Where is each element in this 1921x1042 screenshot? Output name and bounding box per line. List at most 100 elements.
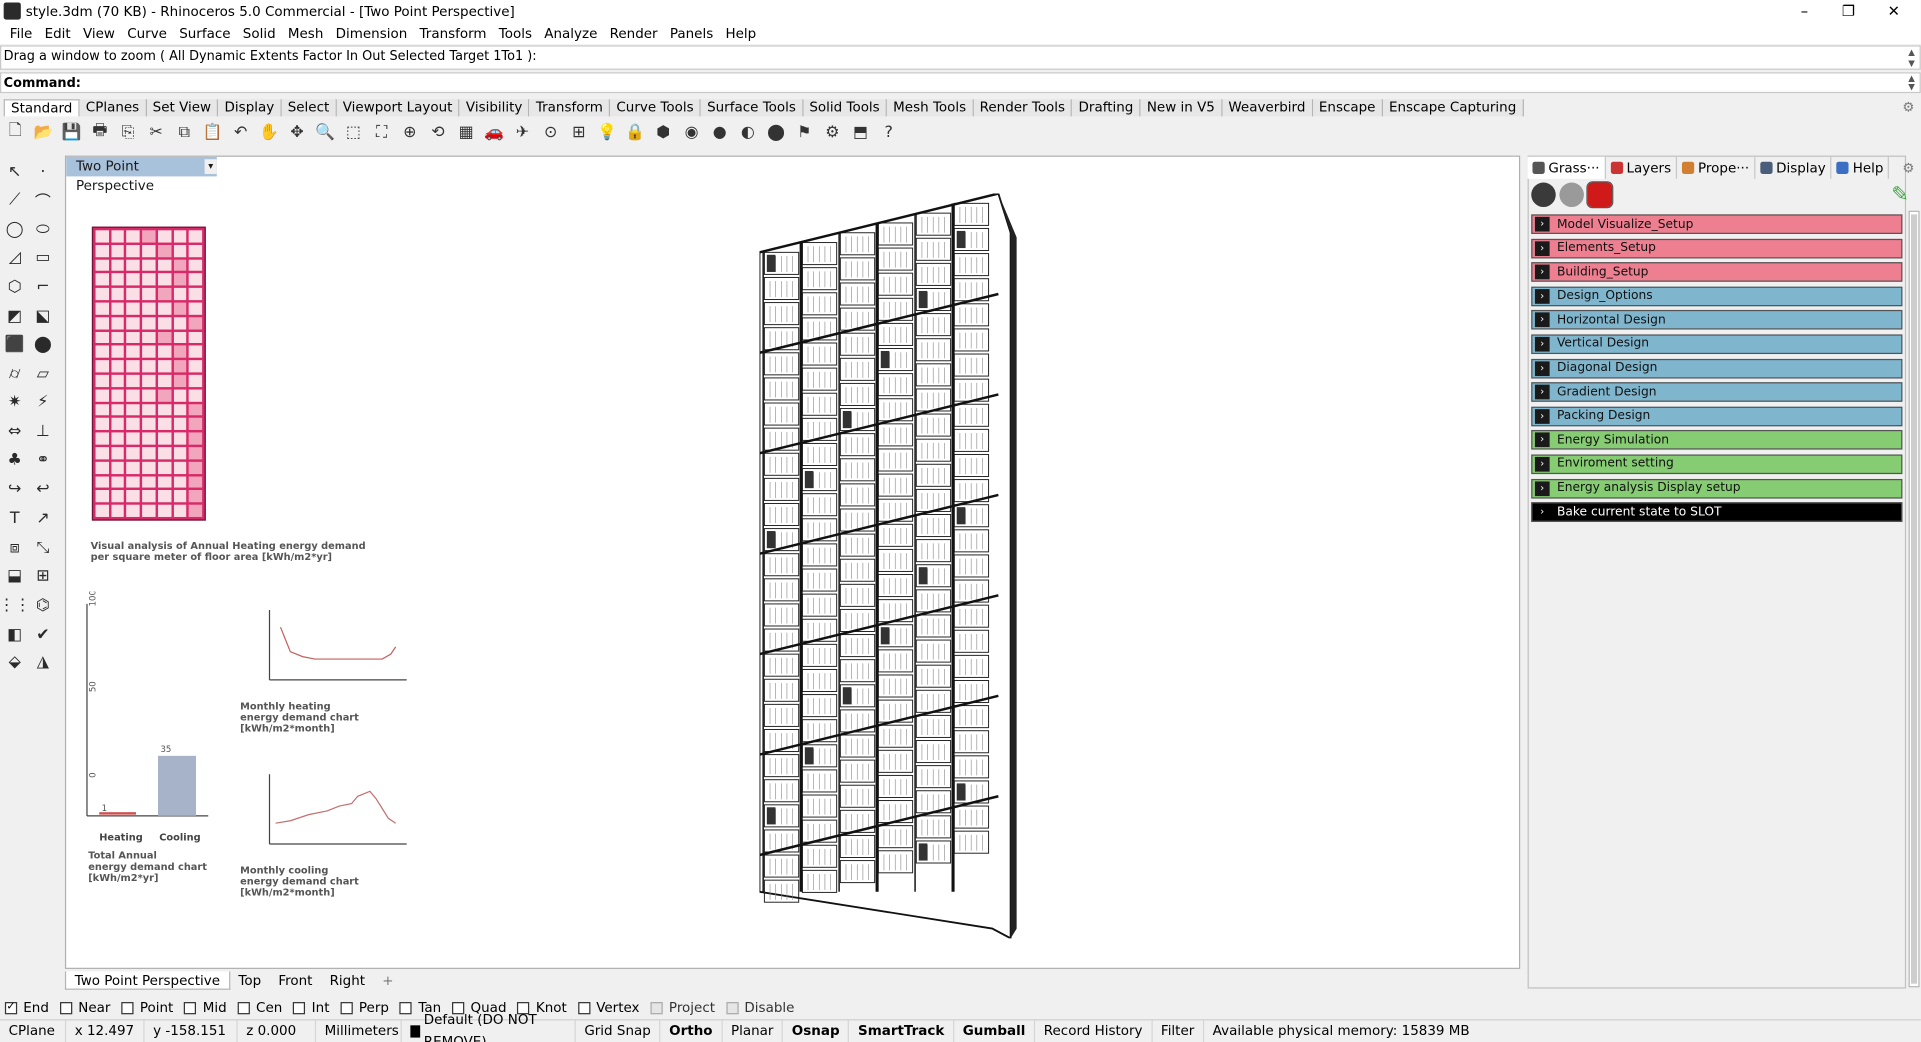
properties-icon[interactable]: ⬒ [849, 121, 872, 144]
minimize-button[interactable]: – [1782, 0, 1826, 22]
transform-icon[interactable]: ⊥ [31, 419, 56, 444]
osnap-project-checkbox[interactable] [650, 1001, 663, 1014]
hatch-icon[interactable]: ⊞ [31, 564, 56, 589]
lock-icon[interactable]: 🔒 [624, 121, 647, 144]
point-icon[interactable]: · [31, 159, 56, 184]
expand-arrow-icon[interactable]: › [1534, 504, 1550, 520]
osnap-disable[interactable]: Disable [726, 1000, 794, 1016]
undo-view-icon[interactable]: ⟲ [426, 121, 449, 144]
smarttrack-toggle[interactable]: SmartTrack [849, 1020, 955, 1042]
group-packing-design[interactable]: › Packing Design [1531, 406, 1903, 426]
osnap-disable-checkbox[interactable] [726, 1001, 739, 1014]
render-tool-icon[interactable]: ⬙ [2, 649, 27, 674]
menu-solid[interactable]: Solid [237, 25, 282, 41]
osnap-point-checkbox[interactable] [121, 1001, 134, 1014]
menu-render[interactable]: Render [604, 25, 664, 41]
toolbar-tab-mesh-tools[interactable]: Mesh Tools [887, 99, 974, 117]
move-icon[interactable]: ⇔ [2, 419, 27, 444]
group-horizontal-design[interactable]: › Horizontal Design [1531, 310, 1903, 330]
osnap-vertex-checkbox[interactable] [577, 1001, 591, 1014]
extrude-icon[interactable]: ⬕ [31, 304, 56, 329]
block-icon[interactable]: ⧈ [2, 535, 27, 560]
group-vertical-design[interactable]: › Vertical Design [1531, 334, 1903, 354]
cplane-status[interactable]: CPlane [0, 1020, 67, 1042]
expand-arrow-icon[interactable]: › [1534, 240, 1550, 256]
command-input[interactable] [84, 74, 1918, 91]
polyline-icon[interactable]: ⟋ [2, 187, 27, 212]
gumball-toggle[interactable]: Gumball [954, 1020, 1036, 1042]
scale-icon[interactable]: ⤡ [31, 535, 56, 560]
menu-analyze[interactable]: Analyze [538, 25, 603, 41]
expand-arrow-icon[interactable]: › [1534, 384, 1550, 400]
planar-toggle[interactable]: Planar [722, 1020, 784, 1042]
pipe-icon[interactable]: ↪ [2, 477, 27, 502]
menu-transform[interactable]: Transform [413, 25, 492, 41]
flag-icon[interactable]: ⚑ [793, 121, 816, 144]
panel-options-icon[interactable]: ⚙ [1902, 160, 1914, 176]
osnap-cen[interactable]: Cen [237, 1000, 282, 1016]
plane-surface-icon[interactable]: ▱ [31, 361, 56, 386]
group-design-options[interactable]: › Design_Options [1531, 286, 1903, 306]
undo-icon[interactable]: ↶ [229, 121, 252, 144]
save-icon[interactable]: 💾 [60, 121, 83, 144]
rotate-view-icon[interactable]: ✥ [285, 121, 308, 144]
paste-icon[interactable]: 📋 [201, 121, 224, 144]
open-icon[interactable]: 📂 [32, 121, 55, 144]
osnap-toggle[interactable]: Osnap [783, 1020, 850, 1042]
viewport-menu-dropdown[interactable]: ▾ [204, 159, 217, 174]
viewport-tab-top[interactable]: Top [230, 971, 270, 989]
panel-tab-grass[interactable]: Grass··· [1527, 156, 1606, 179]
menu-panels[interactable]: Panels [664, 25, 720, 41]
current-layer[interactable]: Default (DO NOT REMOVE) [402, 1012, 576, 1042]
cylinder-icon[interactable]: ⌭ [2, 361, 27, 386]
viewport[interactable]: Two Point Perspective ▾ Visual analysis … [64, 155, 1521, 969]
shade-icon[interactable]: ● [708, 121, 731, 144]
grasshopper-wire-icon[interactable] [1559, 182, 1584, 208]
maximize-button[interactable]: ❐ [1826, 0, 1870, 22]
new-file-icon[interactable]: 🗋 [4, 121, 27, 144]
close-button[interactable]: ✕ [1872, 0, 1916, 22]
viewport-layout-icon[interactable]: ▦ [454, 121, 477, 144]
menu-tools[interactable]: Tools [493, 25, 538, 41]
light-icon[interactable]: 💡 [595, 121, 618, 144]
osnap-near[interactable]: Near [59, 1000, 110, 1016]
record-history-toggle[interactable]: Record History [1035, 1020, 1153, 1042]
cut-icon[interactable]: ✂ [145, 121, 168, 144]
menu-dimension[interactable]: Dimension [330, 25, 414, 41]
expand-arrow-icon[interactable]: › [1534, 264, 1550, 280]
group-enviroment-setting[interactable]: › Enviroment setting [1531, 454, 1903, 474]
toolbar-tab-set-view[interactable]: Set View [146, 99, 219, 117]
cplane-icon[interactable]: ⊙ [539, 121, 562, 144]
cmd-scroll-down-icon[interactable]: ▼ [1905, 82, 1918, 92]
menu-curve[interactable]: Curve [121, 25, 173, 41]
osnap-vertex[interactable]: Vertex [577, 1000, 640, 1016]
toolbar-tab-enscape-capturing[interactable]: Enscape Capturing [1382, 99, 1524, 117]
arc-icon[interactable]: ◿ [2, 245, 27, 270]
circle-icon[interactable]: ◯ [2, 217, 27, 242]
viewport-tab-two-point-perspective[interactable]: Two Point Perspective [64, 971, 230, 990]
expand-arrow-icon[interactable]: › [1534, 432, 1550, 448]
toolbar-tab-drafting[interactable]: Drafting [1072, 99, 1141, 117]
sphere-icon[interactable]: ⬤ [764, 121, 787, 144]
viewport-tab-front[interactable]: Front [270, 971, 321, 989]
osnap-project[interactable]: Project [650, 1000, 715, 1016]
expand-arrow-icon[interactable]: › [1534, 288, 1550, 304]
osnap-end-checkbox[interactable]: ✓ [4, 1001, 18, 1014]
toolbar-tab-cplanes[interactable]: CPlanes [79, 99, 147, 117]
group-model-visualize-setup[interactable]: › Model Visualize_Setup [1531, 214, 1903, 234]
zoom-selected-icon[interactable]: ⊕ [398, 121, 421, 144]
pan-icon[interactable]: ✋ [257, 121, 280, 144]
plane-icon[interactable]: ✈ [511, 121, 534, 144]
text-icon[interactable]: T [2, 506, 27, 530]
toolbar-tab-transform[interactable]: Transform [529, 99, 611, 117]
add-viewport-tab-button[interactable]: + [374, 971, 402, 989]
boolean-icon[interactable]: ⬤ [31, 332, 56, 357]
panel-tab-layers[interactable]: Layers [1606, 156, 1678, 179]
ellipse-icon[interactable]: ⬭ [31, 217, 56, 242]
group-energy-analysis-display-setup[interactable]: › Energy analysis Display setup [1531, 478, 1903, 499]
grasshopper-preview-icon[interactable] [1531, 182, 1556, 208]
box-icon[interactable]: ⬛ [2, 332, 27, 357]
panel-scrollbar-thumb[interactable] [1911, 214, 1918, 984]
menu-mesh[interactable]: Mesh [282, 25, 330, 41]
panel-tab-prope[interactable]: Prope··· [1677, 156, 1756, 179]
